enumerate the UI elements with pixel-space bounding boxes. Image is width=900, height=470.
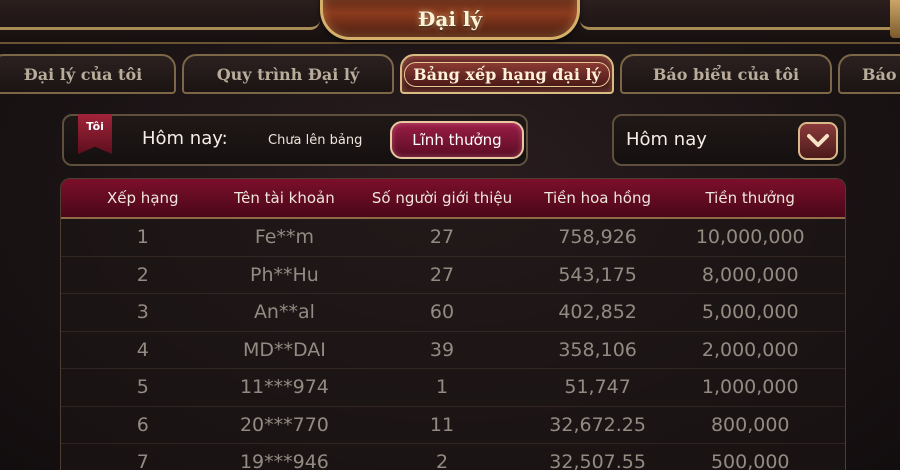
cell-account: Ph**Hu <box>250 263 319 286</box>
period-select-value: Hôm nay <box>626 129 707 150</box>
cell-account: MD**DAI <box>242 338 326 361</box>
table-row: 2 Ph**Hu 27 543,175 8,000,000 <box>61 257 845 294</box>
cell-reward: 800,000 <box>710 413 790 436</box>
cell-rank: 3 <box>136 301 149 324</box>
cell-referrals: 39 <box>429 338 455 361</box>
chevron-down-icon <box>807 134 829 147</box>
cell-reward: 2,000,000 <box>701 338 799 361</box>
cell-account: 20***770 <box>239 413 329 436</box>
header-reward: Tiền thưởng <box>705 189 795 207</box>
cell-reward: 500,000 <box>710 451 790 470</box>
tab-reports-overflow[interactable]: Báo <box>838 54 900 94</box>
header-commission: Tiền hoa hồng <box>544 189 651 207</box>
cell-reward: 8,000,000 <box>701 263 799 286</box>
tab-agency-ranking[interactable]: Bảng xếp hạng đại lý <box>400 54 614 94</box>
cell-referrals: 27 <box>429 226 455 249</box>
tab-label: Báo <box>862 64 897 84</box>
cell-rank: 7 <box>136 451 149 470</box>
cell-commission: 32,672.25 <box>549 413 646 436</box>
cell-commission: 543,175 <box>558 263 637 286</box>
table-row: 1 Fe**m 27 758,926 10,000,000 <box>61 219 845 257</box>
tab-label: Báo biểu của tôi <box>652 64 800 84</box>
cell-account: 19***946 <box>239 451 329 470</box>
cell-rank: 1 <box>136 226 149 249</box>
title-bar: Đại lý <box>0 0 900 44</box>
cell-account: 11***974 <box>239 376 329 399</box>
title-rail-right <box>580 0 900 30</box>
rank-status-text: Chưa lên bảng <box>268 133 363 148</box>
cell-reward: 1,000,000 <box>701 376 799 399</box>
table-row: 3 An**al 60 402,852 5,000,000 <box>61 294 845 332</box>
tab-bar: Đại lý của tôi Quy trình Đại lý Bảng xếp… <box>0 52 900 96</box>
cell-commission: 51,747 <box>564 376 631 399</box>
tab-label: Bảng xếp hạng đại lý <box>404 61 610 87</box>
table-row: 4 MD**DAI 39 358,106 2,000,000 <box>61 332 845 369</box>
tab-my-agency[interactable]: Đại lý của tôi <box>0 54 176 94</box>
tab-my-reports[interactable]: Báo biểu của tôi <box>620 54 832 94</box>
cell-commission: 758,926 <box>558 226 637 249</box>
ranking-table: Xếp hạng Tên tài khoản Số người giới thi… <box>60 178 846 470</box>
my-rank-badge: Tôi <box>78 114 112 154</box>
tab-agency-process[interactable]: Quy trình Đại lý <box>182 54 394 94</box>
page-title: Đại lý <box>417 6 483 31</box>
cell-referrals: 2 <box>435 451 449 470</box>
cell-referrals: 60 <box>429 301 455 324</box>
cell-rank: 6 <box>136 413 149 436</box>
cell-rank: 4 <box>136 338 149 361</box>
table-header: Xếp hạng Tên tài khoản Số người giới thi… <box>61 179 845 219</box>
table-row: 6 20***770 11 32,672.25 800,000 <box>61 407 845 444</box>
cell-commission: 32,507.55 <box>549 451 646 470</box>
cell-referrals: 11 <box>429 413 455 436</box>
cell-referrals: 1 <box>435 376 449 399</box>
cell-account: Fe**m <box>254 226 314 249</box>
cell-rank: 2 <box>136 263 149 286</box>
header-account: Tên tài khoản <box>234 189 335 207</box>
cell-reward: 10,000,000 <box>695 226 805 249</box>
my-rank-panel: Tôi Hôm nay: Chưa lên bảng Lĩnh thưởng <box>62 114 528 166</box>
title-rail-left <box>0 0 320 30</box>
claim-reward-button[interactable]: Lĩnh thưởng <box>390 121 524 159</box>
tab-label: Đại lý của tôi <box>23 64 143 84</box>
tab-label: Quy trình Đại lý <box>216 64 360 84</box>
period-select[interactable]: Hôm nay <box>612 114 846 166</box>
cell-commission: 358,106 <box>558 338 637 361</box>
header-referrals: Số người giới thiệu <box>371 189 513 207</box>
title-plate: Đại lý <box>320 0 580 40</box>
cell-commission: 402,852 <box>558 301 637 324</box>
table-row: 7 19***946 2 32,507.55 500,000 <box>61 444 845 470</box>
cell-referrals: 27 <box>429 263 455 286</box>
table-row: 5 11***974 1 51,747 1,000,000 <box>61 369 845 407</box>
corner-ornament <box>890 0 900 38</box>
cell-reward: 5,000,000 <box>701 301 799 324</box>
cell-rank: 5 <box>136 376 149 399</box>
cell-account: An**al <box>253 301 315 324</box>
today-label: Hôm nay: <box>142 128 228 149</box>
dropdown-toggle-button[interactable] <box>798 122 838 160</box>
header-rank: Xếp hạng <box>107 189 179 207</box>
